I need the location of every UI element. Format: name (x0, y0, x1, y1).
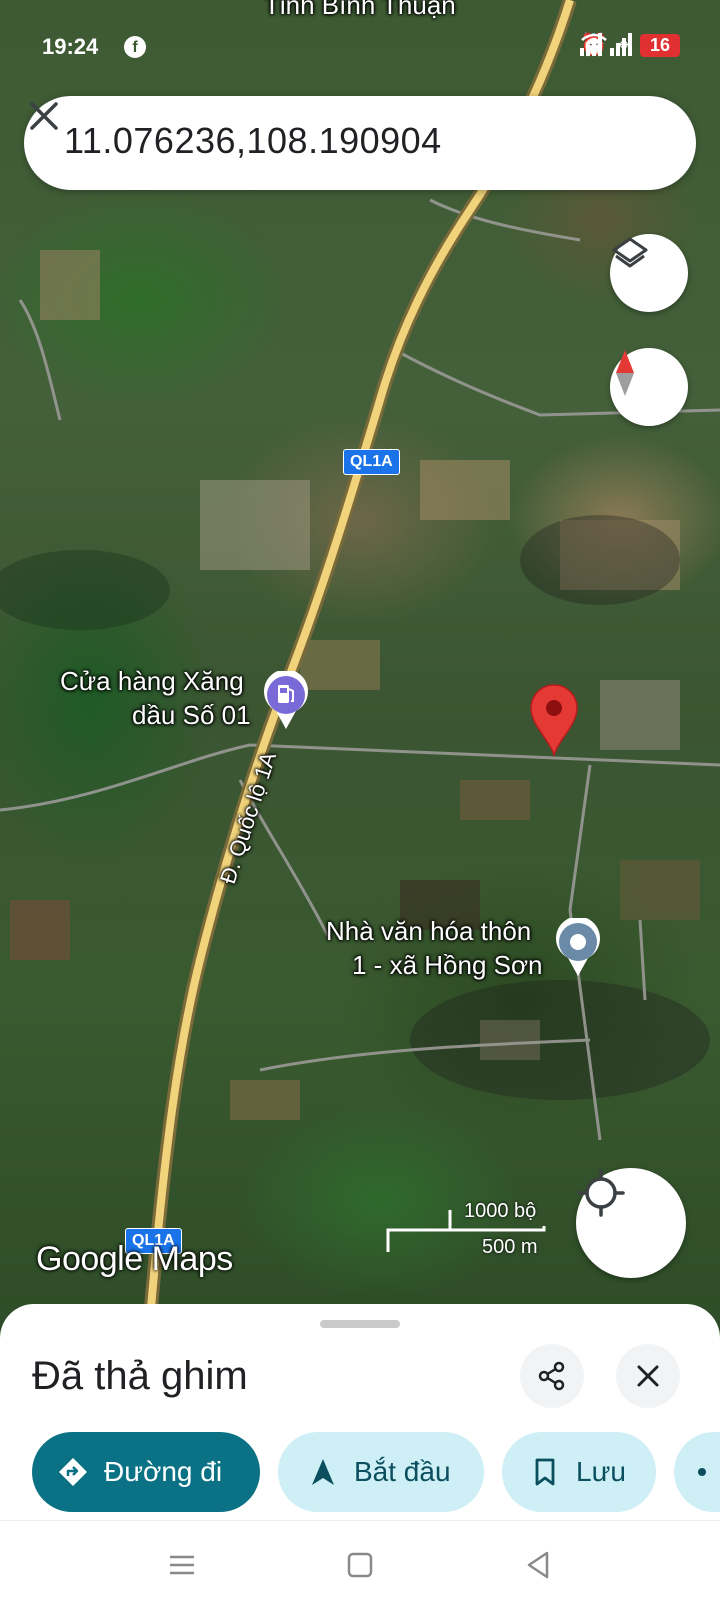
sheet-drag-handle[interactable] (320, 1320, 400, 1328)
signal-icon (580, 33, 633, 56)
back-icon[interactable] (520, 1547, 556, 1583)
compass-icon (616, 350, 634, 396)
recent-apps-icon[interactable] (164, 1547, 200, 1583)
action-chips: Đường đi Bắt đầu Lưu (32, 1432, 720, 1512)
search-bar[interactable]: 11.076236,108.190904 (24, 96, 696, 190)
directions-label: Đường đi (104, 1456, 223, 1487)
road-shield-ql1a: QL1A (343, 449, 400, 475)
layers-button[interactable] (610, 234, 688, 312)
close-icon (637, 1365, 659, 1387)
poi-gas-station-line1: Cửa hàng Xăng (60, 666, 244, 696)
system-navigation-bar (0, 1520, 720, 1608)
close-icon[interactable] (24, 96, 64, 136)
directions-button[interactable]: Đường đi (32, 1432, 260, 1512)
save-label: Lưu (576, 1456, 626, 1487)
share-button[interactable] (520, 1344, 584, 1408)
bookmark-icon (535, 1458, 555, 1486)
map-roads (0, 0, 720, 1320)
poi-cultural-house-line2: 1 - xã Hồng Sơn (352, 950, 543, 980)
dropped-pin-icon[interactable] (527, 681, 581, 757)
compass-button[interactable] (610, 348, 688, 426)
region-label: Tỉnh Bình Thuận (264, 0, 456, 20)
home-icon[interactable] (342, 1547, 378, 1583)
close-sheet-button[interactable] (616, 1344, 680, 1408)
navigation-arrow-icon (312, 1459, 334, 1485)
poi-gas-station-line2: dầu Số 01 (132, 700, 251, 730)
battery-icon: 16 (639, 33, 680, 57)
google-maps-watermark: Google Maps (36, 1240, 233, 1278)
share-icon (698, 1468, 706, 1476)
status-icons: ⏰ ⌖ 16 (580, 32, 680, 58)
sheet-title: Đã thả ghim (32, 1354, 248, 1398)
scale-bar: 1000 bộ 500 m (386, 1196, 546, 1258)
facebook-icon: f (124, 36, 146, 58)
start-button[interactable]: Bắt đầu (278, 1432, 484, 1512)
my-location-icon (577, 1169, 625, 1217)
place-icon[interactable] (554, 918, 602, 978)
poi-cultural-house-line1: Nhà văn hóa thôn (326, 916, 532, 946)
search-query[interactable]: 11.076236,108.190904 (64, 120, 442, 162)
status-time: 19:24 (42, 34, 99, 59)
more-actions-chip[interactable] (674, 1432, 720, 1512)
start-label: Bắt đầu (354, 1456, 451, 1487)
scale-metric: 500 m (482, 1236, 538, 1258)
my-location-button[interactable] (576, 1168, 686, 1278)
save-button[interactable]: Lưu (502, 1432, 656, 1512)
scale-imperial: 1000 bộ (464, 1200, 537, 1222)
share-icon (538, 1361, 565, 1391)
directions-icon (59, 1458, 87, 1486)
map-view[interactable]: 19:24 f ⏰ ⌖ 16 Tỉnh Bình Thuận 11.076236… (0, 0, 720, 1320)
gas-station-icon[interactable] (262, 671, 310, 731)
bottom-sheet[interactable]: Đã thả ghim Đường đi Bắt đầu Lưu (0, 1304, 720, 1520)
layers-icon (612, 237, 648, 268)
